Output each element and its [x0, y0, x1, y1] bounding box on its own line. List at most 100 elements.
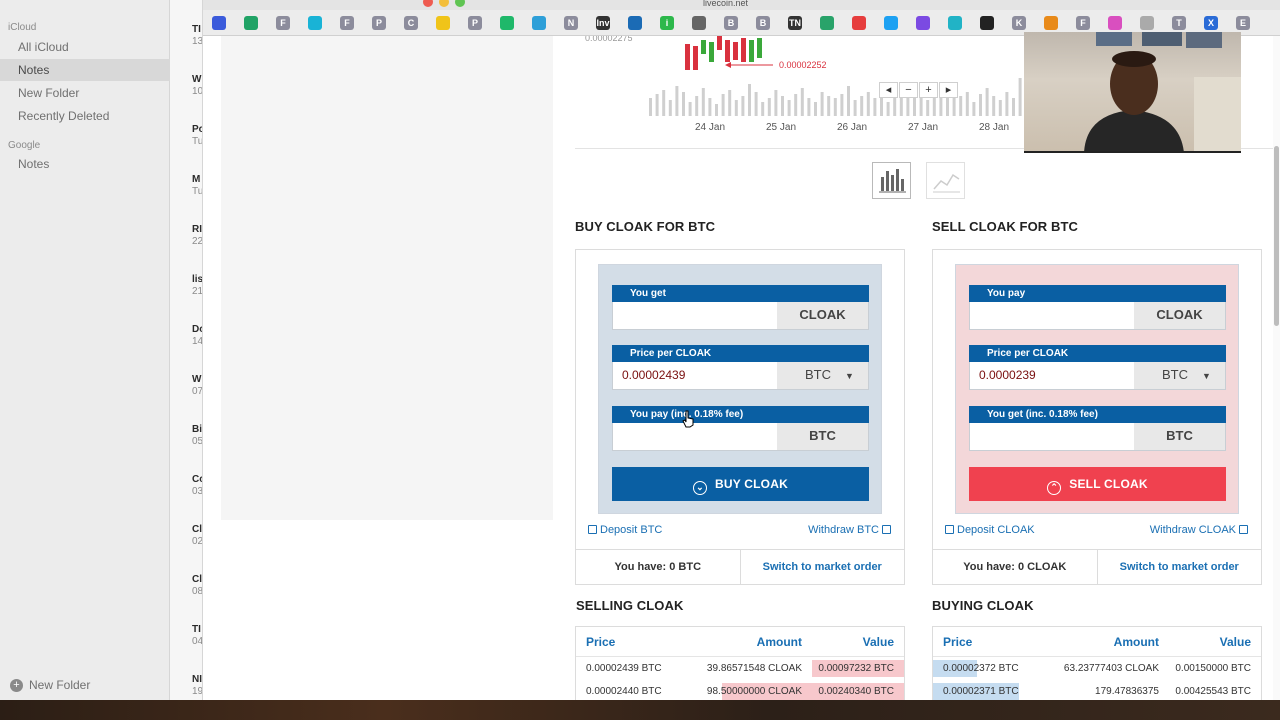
list-item[interactable]: PoTu [192, 124, 202, 148]
sell-amount-input[interactable] [970, 302, 1134, 329]
buying-col-value[interactable]: Value [1159, 635, 1251, 649]
buying-col-price[interactable]: Price [943, 635, 1053, 649]
bar-chart-icon[interactable] [872, 162, 911, 199]
volume-bar [668, 100, 672, 116]
window-green-button[interactable] [455, 0, 465, 7]
withdraw-btc-link[interactable]: Withdraw BTC [808, 524, 894, 536]
sidebar-item-google-notes[interactable]: Notes [0, 153, 170, 175]
bookmark-grid-icon[interactable] [820, 16, 834, 30]
deposit-cloak-link[interactable]: Deposit CLOAK [942, 524, 1035, 536]
table-row[interactable]: 0.00002372 BTC 63.23777403 CLOAK 0.00150… [933, 657, 1261, 680]
bookmark-p2-icon[interactable]: P [468, 16, 482, 30]
buy-switch-market-link[interactable]: Switch to market order [741, 550, 905, 584]
list-item[interactable]: lis 21 [192, 274, 202, 298]
sidebar-item-all-icloud[interactable]: All iCloud [0, 36, 170, 58]
bookmark-w-icon[interactable] [692, 16, 706, 30]
list-item[interactable]: M Tu [192, 174, 202, 198]
page-scrollbar[interactable] [1273, 36, 1280, 700]
bookmark-f3-icon[interactable]: F [1076, 16, 1090, 30]
bookmark-n-icon[interactable]: N [564, 16, 578, 30]
list-item[interactable]: NI 19 [192, 674, 202, 698]
bookmark-t-icon[interactable]: T [1172, 16, 1186, 30]
bookmark-c-icon[interactable]: C [404, 16, 418, 30]
list-item[interactable]: Do14 [192, 324, 202, 348]
bookmark-green-icon[interactable] [500, 16, 514, 30]
list-item[interactable]: W 07 [192, 374, 202, 398]
selling-col-amount[interactable]: Amount [696, 635, 802, 649]
sell-price-currency-select[interactable]: BTC ▼ [1134, 362, 1225, 389]
buy-total-input[interactable] [613, 423, 777, 450]
bookmark-cloud-icon[interactable] [532, 16, 546, 30]
withdraw-cloak-link[interactable]: Withdraw CLOAK [1150, 524, 1251, 536]
buying-col-amount[interactable]: Amount [1053, 635, 1159, 649]
bookmark-sheets-icon[interactable] [244, 16, 258, 30]
chart-zoom-in-button[interactable]: + [919, 82, 938, 98]
sell-price-input[interactable]: 0.0000239 [970, 362, 1134, 389]
bookmark-x-icon[interactable]: X [1204, 16, 1218, 30]
table-row[interactable]: 0.00002440 BTC 98.50000000 CLOAK 0.00240… [576, 680, 904, 700]
list-item[interactable]: Bi 05 [192, 424, 202, 448]
sidebar-item-new-folder[interactable]: New Folder [0, 82, 170, 104]
sell-total-input[interactable] [970, 423, 1134, 450]
line-chart-icon[interactable] [926, 162, 965, 199]
buy-amount-input[interactable] [613, 302, 777, 329]
bookmark-teal-icon[interactable] [948, 16, 962, 30]
sidebar-item-notes[interactable]: Notes [0, 59, 170, 81]
note-subtitle: 08 [192, 586, 203, 597]
line-chart-glyph [933, 173, 960, 193]
bookmark-inv-icon[interactable]: Inv [596, 16, 610, 30]
list-item[interactable]: W 10 [192, 74, 202, 98]
list-item[interactable]: TI 04 [192, 624, 202, 648]
bookmark-ex-icon[interactable] [628, 16, 642, 30]
volume-bar [1018, 78, 1022, 116]
bookmark-tn-icon[interactable]: TN [788, 16, 802, 30]
bookmark-yellow-icon[interactable] [436, 16, 450, 30]
buy-price-input[interactable]: 0.00002439 [613, 362, 777, 389]
table-row[interactable]: 0.00002439 BTC 39.86571548 CLOAK 0.00097… [576, 657, 904, 680]
bookmark-b2-icon[interactable]: B [756, 16, 770, 30]
volume-bar [906, 96, 910, 116]
bookmark-b1-icon[interactable]: B [724, 16, 738, 30]
bookmark-purple-icon[interactable] [916, 16, 930, 30]
bookmark-p1-icon[interactable]: P [372, 16, 386, 30]
bookmark-cm-icon[interactable] [212, 16, 226, 30]
deposit-btc-link[interactable]: Deposit BTC [585, 524, 662, 536]
sell-switch-market-link[interactable]: Switch to market order [1098, 550, 1262, 584]
list-item[interactable]: Cc03 [192, 474, 202, 498]
bookmark-f2-icon[interactable]: F [340, 16, 354, 30]
list-item[interactable]: Cl 08 [192, 574, 203, 598]
chart-zoom-out-button[interactable]: − [899, 82, 918, 98]
list-item[interactable]: RI 22 [192, 224, 202, 248]
url-bar[interactable]: livecoin.net [703, 0, 748, 8]
chart-scroll-right-button[interactable]: ▸ [939, 82, 958, 98]
volume-bar [972, 102, 976, 116]
chart-scroll-left-button[interactable]: ◂ [879, 82, 898, 98]
list-item[interactable]: Cl 02 [192, 524, 202, 548]
bookmark-circle-icon[interactable] [308, 16, 322, 30]
buy-cloak-button[interactable]: ⌄ BUY CLOAK [612, 467, 869, 501]
window-red-button[interactable] [423, 0, 433, 7]
table-row[interactable]: 0.00002371 BTC 179.47836375 0.00425543 B… [933, 680, 1261, 700]
scrollbar-thumb[interactable] [1274, 146, 1279, 326]
bookmark-c2-icon[interactable] [980, 16, 994, 30]
list-item[interactable]: TI 13 [192, 24, 202, 48]
bookmark-f4-icon[interactable] [1140, 16, 1154, 30]
note-title: TI [192, 624, 201, 635]
window-yellow-button[interactable] [439, 0, 449, 7]
bookmark-i-icon[interactable]: i [660, 16, 674, 30]
bookmark-f1-icon[interactable]: F [276, 16, 290, 30]
bookmark-k-icon[interactable]: K [1012, 16, 1026, 30]
buying-table-header: Price Amount Value [933, 627, 1261, 657]
sell-cloak-button[interactable]: ⌃ SELL CLOAK [969, 467, 1226, 501]
bookmark-pink-icon[interactable] [1108, 16, 1122, 30]
withdraw-btc-label: Withdraw BTC [808, 524, 879, 536]
sidebar-item-recently-deleted[interactable]: Recently Deleted [0, 105, 170, 127]
bookmark-bar-icon[interactable] [852, 16, 866, 30]
buy-price-currency-select[interactable]: BTC ▼ [777, 362, 868, 389]
bookmark-e-icon[interactable]: E [1236, 16, 1250, 30]
selling-col-price[interactable]: Price [586, 635, 696, 649]
bookmark-o-icon[interactable] [1044, 16, 1058, 30]
bookmark-twitter-icon[interactable] [884, 16, 898, 30]
new-folder-button[interactable]: + New Folder [10, 678, 90, 692]
selling-col-value[interactable]: Value [802, 635, 894, 649]
